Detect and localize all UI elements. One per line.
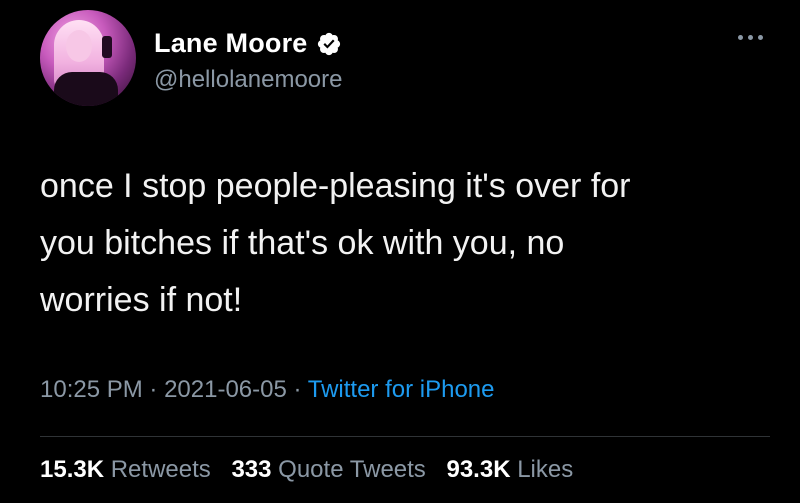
likes-stat[interactable]: 93.3K Likes xyxy=(446,456,573,483)
user-handle[interactable]: @hellolanemoore xyxy=(154,66,342,94)
meta-separator: · xyxy=(293,376,302,403)
avatar[interactable] xyxy=(40,10,136,106)
verified-badge-icon xyxy=(317,32,340,55)
tweet-date[interactable]: 2021-06-05 xyxy=(164,376,287,403)
retweets-stat[interactable]: 15.3K Retweets xyxy=(40,456,211,483)
tweet-source-link[interactable]: Twitter for iPhone xyxy=(308,376,495,403)
quote-tweets-stat[interactable]: 333 Quote Tweets xyxy=(231,456,425,483)
tweet-meta: 10:25 PM · 2021-06-05 · Twitter for iPho… xyxy=(40,376,495,404)
tweet-line: you bitches if that's ok with you, no xyxy=(40,224,565,262)
name-row: Lane Moore xyxy=(154,28,342,59)
display-name[interactable]: Lane Moore xyxy=(154,28,308,59)
tweet-header: Lane Moore @hellolanemoore xyxy=(40,10,770,110)
quotes-label: Quote Tweets xyxy=(278,456,426,483)
divider xyxy=(40,436,770,437)
tweet-line: once I stop people-pleasing it's over fo… xyxy=(40,167,631,205)
retweets-label: Retweets xyxy=(110,456,211,483)
likes-label: Likes xyxy=(517,456,574,483)
more-options-icon[interactable] xyxy=(738,30,770,44)
likes-count: 93.3K xyxy=(446,456,511,483)
retweets-count: 15.3K xyxy=(40,456,105,483)
tweet-time[interactable]: 10:25 PM xyxy=(40,376,143,403)
tweet-stats: 15.3K Retweets 333 Quote Tweets 93.3K Li… xyxy=(40,456,587,484)
tweet-text: once I stop people-pleasing it's over fo… xyxy=(40,158,770,329)
tweet-line: worries if not! xyxy=(40,281,243,319)
meta-separator: · xyxy=(149,376,158,403)
quotes-count: 333 xyxy=(231,456,272,483)
